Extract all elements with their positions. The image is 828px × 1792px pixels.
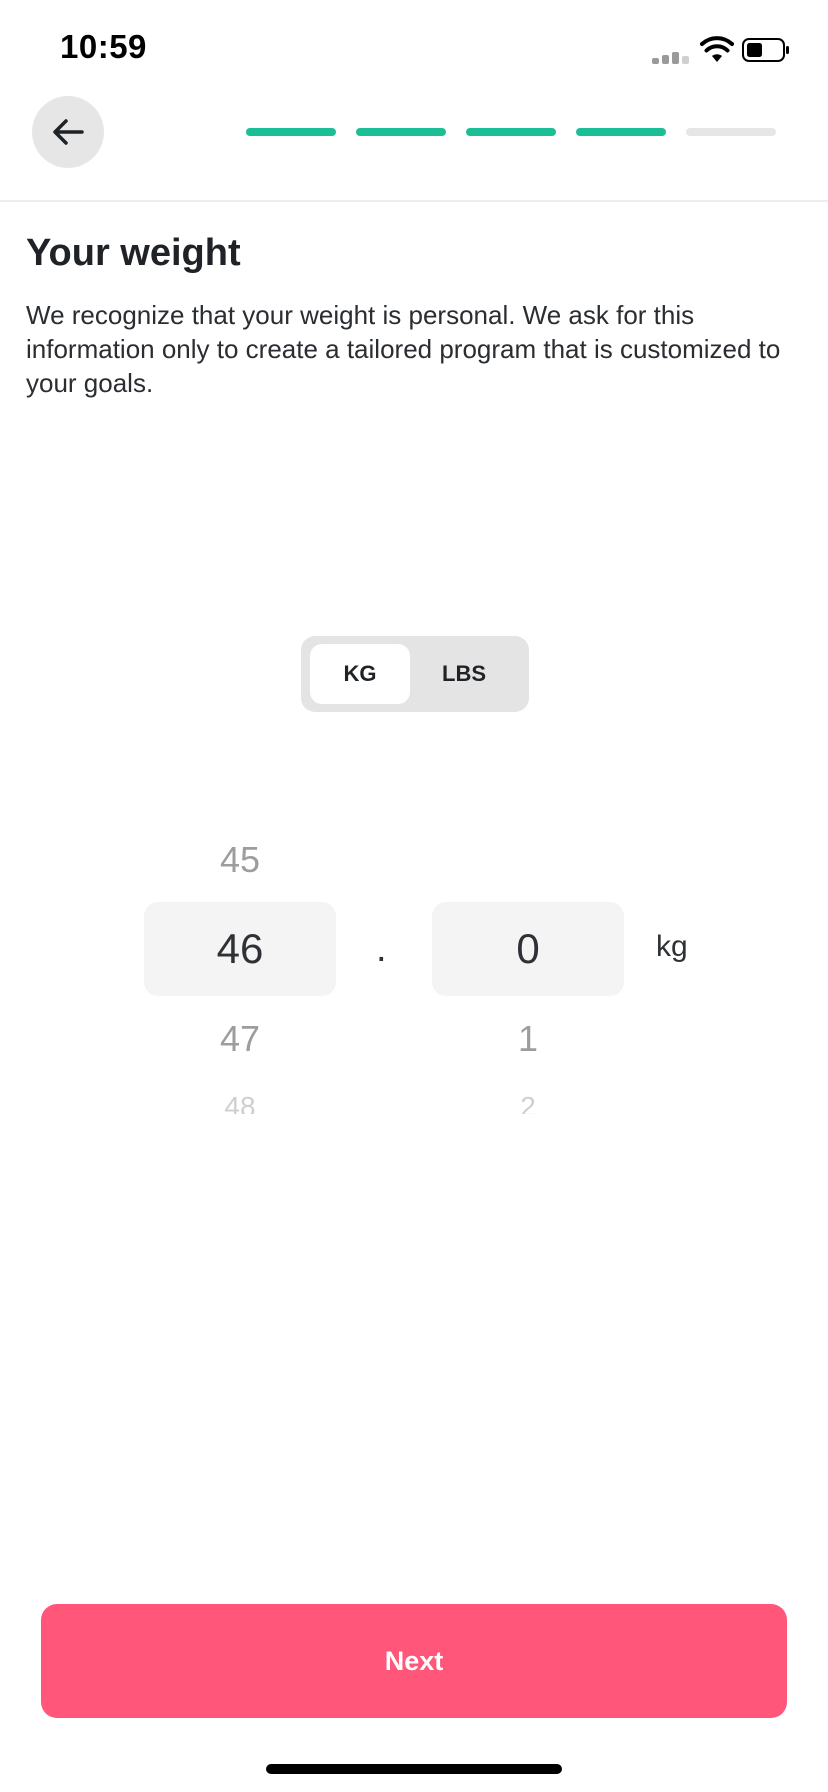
cellular-signal-icon [652,50,692,64]
unit-suffix: kg [656,930,688,963]
step-progress [246,128,776,136]
progress-step-complete [356,128,446,136]
progress-step-complete [466,128,556,136]
unit-option-lbs[interactable]: LBS [414,644,514,704]
progress-step-complete [576,128,666,136]
status-time: 10:59 [60,28,147,65]
picker-option[interactable]: 2 [432,1092,624,1114]
next-button[interactable]: Next [41,1604,787,1718]
status-bar: 10:59 [0,0,828,100]
picker-option[interactable]: 47 [144,1017,336,1061]
page-title: Your weight [26,232,241,274]
header-bar [0,100,828,202]
back-button[interactable] [32,96,104,168]
picker-option[interactable]: 48 [144,1092,336,1114]
unit-toggle: KG LBS [301,636,529,712]
picker-selected-value[interactable]: 0 [432,902,624,996]
battery-icon [742,38,789,62]
page-description: We recognize that your weight is persona… [26,300,781,398]
home-indicator [266,1764,562,1774]
progress-step-complete [246,128,336,136]
progress-step-pending [686,128,776,136]
wifi-icon [700,36,734,62]
picker-option[interactable]: 45 [144,838,336,882]
decimal-separator: . [376,928,387,970]
picker-option[interactable]: 1 [432,1017,624,1061]
unit-option-kg[interactable]: KG [310,644,410,704]
arrow-left-icon [53,119,84,145]
picker-selected-value[interactable]: 46 [144,902,336,996]
